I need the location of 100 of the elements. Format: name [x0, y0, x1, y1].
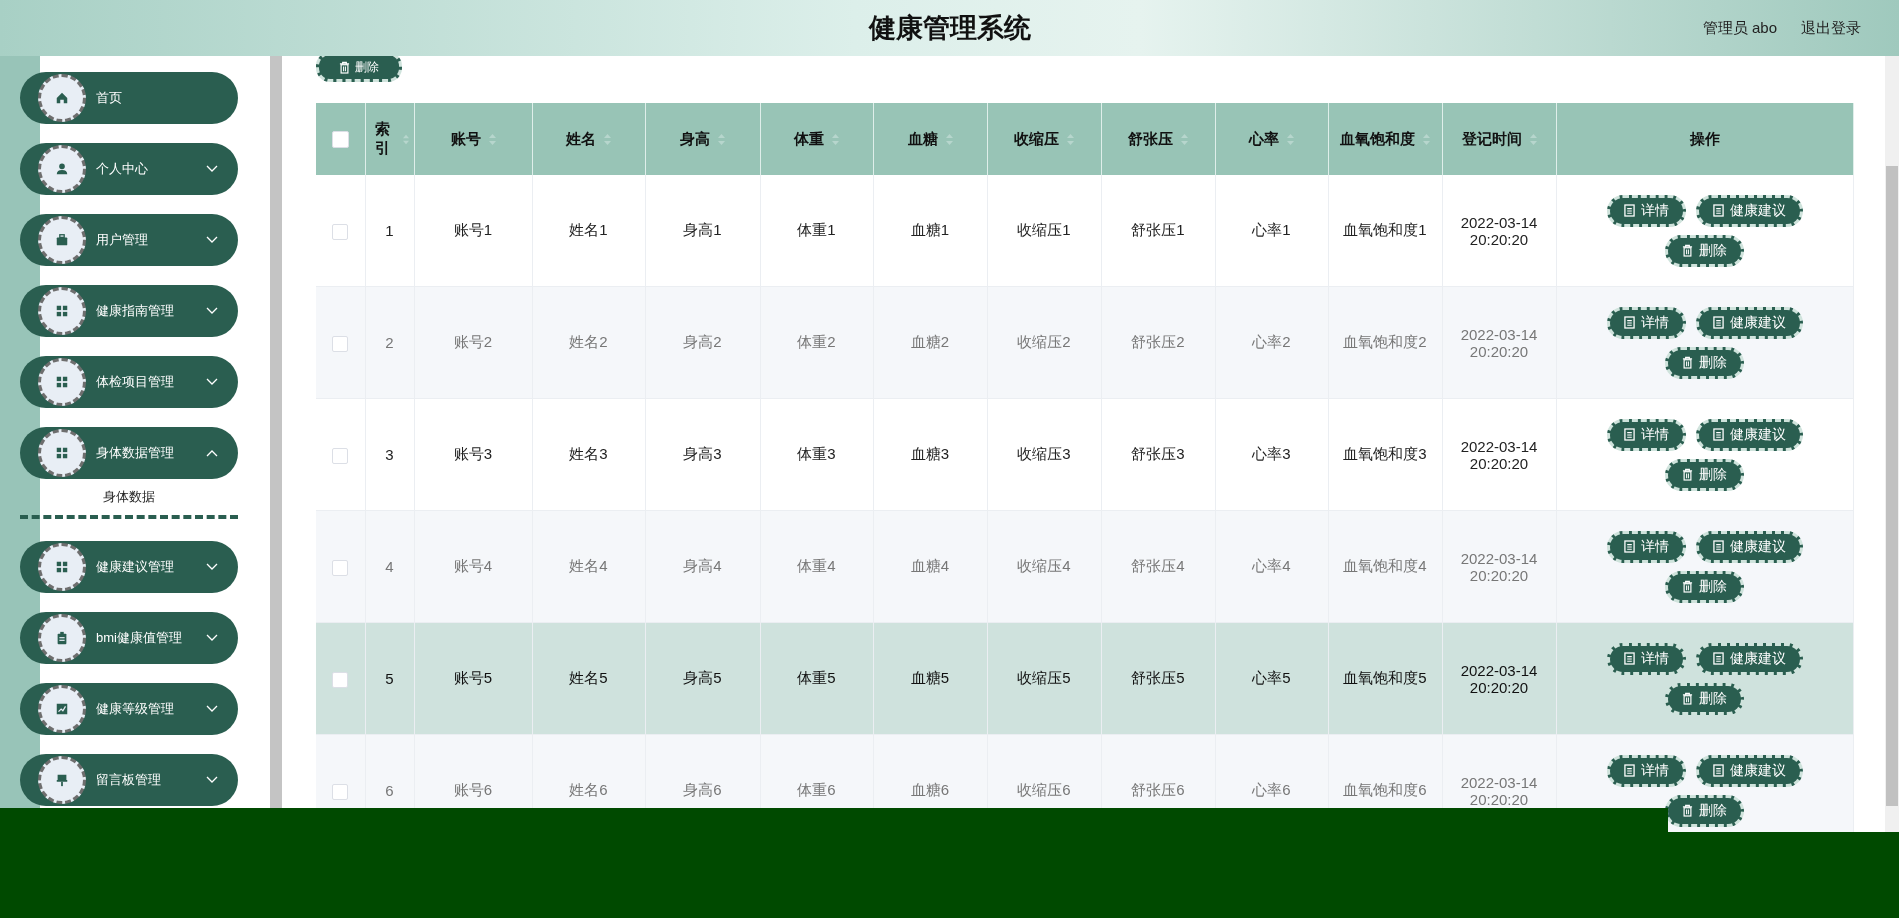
table-cell: 舒张压6 — [1131, 781, 1185, 798]
column-header: 血氧饱和度 — [1340, 129, 1415, 149]
row-checkbox[interactable] — [332, 223, 349, 240]
menu-item[interactable]: bmi健康值管理 — [20, 612, 238, 664]
details-button[interactable]: 详情 — [1606, 530, 1686, 563]
table-cell: 舒张压3 — [1131, 445, 1185, 462]
table-cell: 2022-03-14 20:20:20 — [1460, 661, 1538, 696]
table-cell: 舒张压4 — [1131, 557, 1185, 574]
menu-item[interactable]: 首页 — [20, 72, 238, 124]
table-cell: 2022-03-14 20:20:20 — [1460, 437, 1538, 472]
details-button[interactable]: 详情 — [1606, 306, 1686, 339]
trash-icon — [1682, 244, 1693, 257]
delete-button[interactable]: 删除 — [1665, 458, 1744, 491]
logout-link[interactable]: 退出登录 — [1801, 18, 1861, 38]
grid-icon — [38, 287, 86, 335]
table-cell: 姓名3 — [569, 445, 608, 462]
sort-icon[interactable] — [945, 133, 953, 145]
table-cell: 1 — [385, 222, 394, 239]
sort-icon[interactable] — [604, 133, 611, 145]
sort-icon[interactable] — [1529, 133, 1537, 145]
delete-button[interactable]: 删除 — [1665, 234, 1744, 267]
table-cell: 2022-03-14 20:20:20 — [1460, 549, 1538, 584]
row-checkbox[interactable] — [332, 783, 349, 800]
advice-button[interactable]: 健康建议 — [1695, 418, 1803, 451]
document-icon — [1623, 316, 1635, 329]
table-cell: 血糖2 — [910, 333, 950, 350]
column-header: 操作 — [1689, 129, 1720, 149]
table-cell: 身高6 — [683, 781, 722, 798]
table-cell: 6 — [385, 782, 394, 799]
menu-item[interactable]: 健康建议管理 — [20, 541, 238, 593]
menu-item[interactable]: 健康等级管理 — [20, 683, 238, 735]
grid-icon — [38, 543, 86, 591]
table-cell: 血糖3 — [910, 445, 950, 462]
select-all-checkbox[interactable] — [331, 131, 349, 149]
document-icon — [1623, 652, 1635, 665]
sort-icon[interactable] — [832, 133, 839, 145]
menu-item[interactable]: 用户管理 — [20, 214, 238, 266]
details-button[interactable]: 详情 — [1606, 418, 1686, 451]
advice-button[interactable]: 健康建议 — [1695, 642, 1803, 675]
advice-button[interactable]: 健康建议 — [1695, 306, 1803, 339]
document-icon — [1712, 764, 1724, 777]
table-cell: 收缩压2 — [1017, 333, 1071, 350]
details-button[interactable]: 详情 — [1606, 194, 1686, 227]
table-cell: 体重5 — [797, 669, 836, 686]
advice-button[interactable]: 健康建议 — [1695, 530, 1803, 563]
delete-button[interactable]: 删除 — [1665, 570, 1744, 603]
table-cell: 收缩压5 — [1017, 669, 1071, 686]
delete-button[interactable]: 删除 — [316, 56, 402, 82]
table-cell: 收缩压6 — [1017, 781, 1071, 798]
table-cell: 心率5 — [1252, 669, 1291, 686]
delete-button[interactable]: 删除 — [1665, 346, 1744, 379]
menu-item[interactable]: 留言板管理 — [20, 754, 238, 806]
menu-item[interactable]: 健康指南管理 — [20, 285, 238, 337]
sort-icon[interactable] — [1181, 133, 1188, 145]
sign-icon — [38, 756, 86, 804]
sort-icon[interactable] — [1423, 133, 1430, 145]
document-icon — [1712, 316, 1724, 329]
submenu-item[interactable]: 身体数据 — [20, 479, 238, 519]
table-cell: 血氧饱和度3 — [1343, 445, 1427, 462]
advice-button[interactable]: 健康建议 — [1695, 754, 1803, 787]
details-button[interactable]: 详情 — [1606, 754, 1686, 787]
document-icon — [1623, 764, 1635, 777]
trash-icon — [339, 60, 350, 74]
menu-item[interactable]: 个人中心 — [20, 143, 238, 195]
sort-icon[interactable] — [1067, 133, 1074, 145]
document-icon — [1712, 540, 1724, 553]
menu-item[interactable]: 身体数据管理 — [20, 427, 238, 479]
table-cell: 体重3 — [797, 445, 836, 462]
column-header: 舒张压 — [1128, 129, 1173, 149]
column-header: 姓名 — [566, 129, 596, 149]
user-icon — [38, 145, 86, 193]
table-cell: 血糖4 — [910, 557, 950, 574]
table-cell: 2022-03-14 20:20:20 — [1460, 213, 1538, 248]
row-checkbox[interactable] — [332, 559, 349, 576]
table-cell: 血氧饱和度6 — [1343, 781, 1427, 798]
table-cell: 2 — [385, 334, 394, 351]
table-cell: 体重2 — [797, 333, 836, 350]
table-cell: 姓名1 — [569, 221, 608, 238]
sort-icon[interactable] — [1287, 133, 1294, 145]
column-header: 账号 — [450, 129, 481, 149]
table-cell: 姓名2 — [569, 333, 608, 350]
table-cell: 心率2 — [1252, 333, 1291, 350]
sort-icon[interactable] — [718, 133, 725, 145]
advice-button[interactable]: 健康建议 — [1695, 194, 1803, 227]
table-cell: 血糖1 — [910, 221, 950, 238]
table-cell: 收缩压4 — [1017, 557, 1071, 574]
document-icon — [1712, 428, 1724, 441]
menu-item[interactable]: 体检项目管理 — [20, 356, 238, 408]
scrollbar-thumb[interactable] — [1886, 166, 1898, 806]
delete-button[interactable]: 删除 — [1665, 794, 1744, 827]
column-header: 索引 — [373, 120, 391, 158]
details-button[interactable]: 详情 — [1606, 642, 1686, 675]
user-label: 管理员 abo — [1702, 18, 1777, 38]
delete-button[interactable]: 删除 — [1665, 682, 1744, 715]
row-checkbox[interactable] — [332, 335, 349, 352]
sort-icon[interactable] — [403, 133, 410, 145]
row-checkbox[interactable] — [332, 447, 349, 464]
document-icon — [1712, 652, 1724, 665]
sort-icon[interactable] — [488, 133, 496, 145]
row-checkbox[interactable] — [332, 671, 349, 688]
